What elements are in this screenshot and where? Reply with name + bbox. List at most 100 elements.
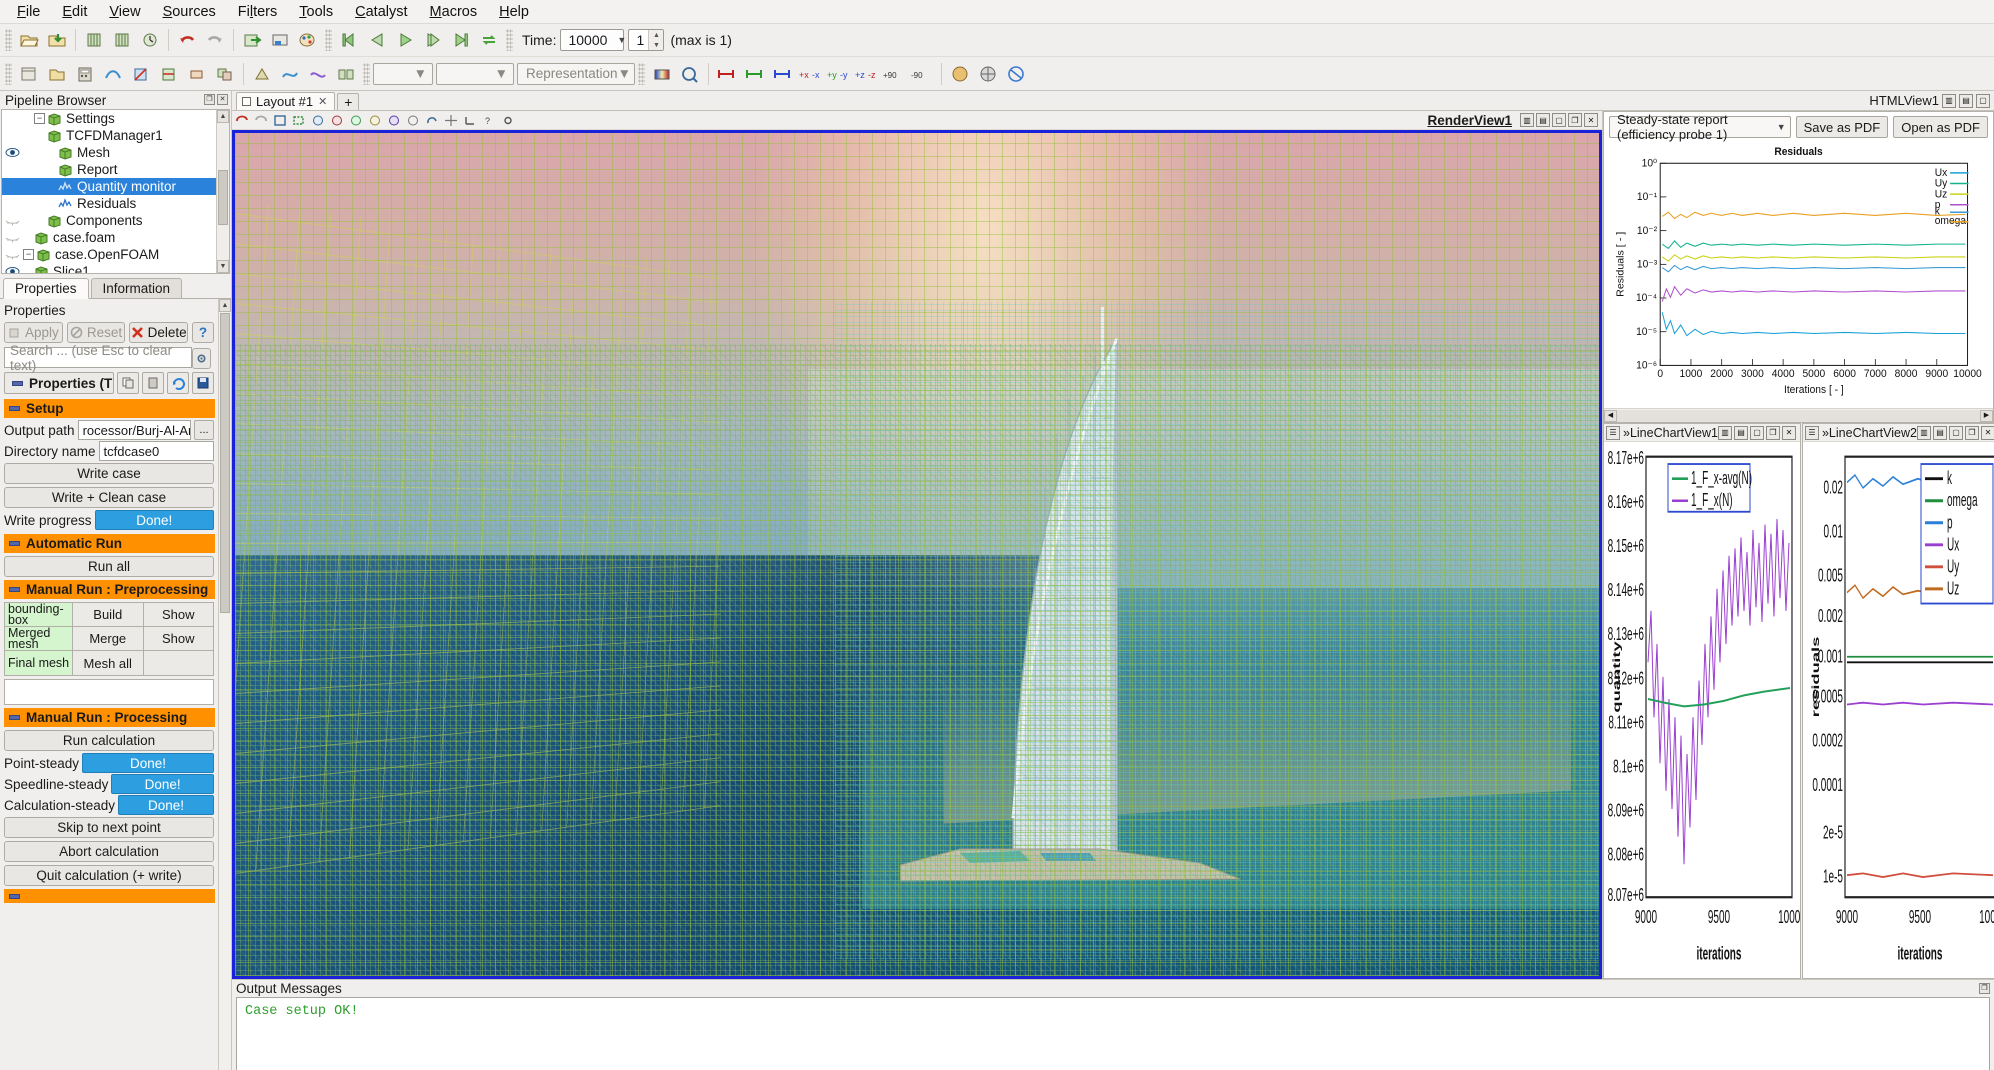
center-axes-icon[interactable] [442,112,459,129]
split-vertical-icon[interactable]: ▤ [1933,426,1947,440]
toolbar-grip[interactable] [5,29,12,51]
pipeline-scrollbar[interactable]: ▲ ▼ [216,110,229,273]
properties-scrollbar[interactable]: ▲ ▼ [218,299,231,1070]
menu-help[interactable]: Help [488,2,540,22]
undo-icon[interactable] [174,27,200,53]
pipeline-item-quantity-monitor[interactable]: Quantity monitor [2,178,229,195]
representation-combo[interactable]: Representation ▼ [517,63,635,85]
toolbar-grip[interactable] [363,63,370,85]
camera-x-icon[interactable]: +x-x [798,61,824,87]
toolbar-grip[interactable] [5,63,12,85]
scrollbar-trough[interactable] [1617,410,1980,422]
contour-icon[interactable] [100,61,126,87]
scrollbar-thumb[interactable] [218,170,228,225]
gear-icon[interactable] [192,348,211,369]
pipeline-item-report[interactable]: Report [2,161,229,178]
loop-icon[interactable] [476,27,502,53]
report-select[interactable]: Steady-state report (efficiency probe 1)… [1609,116,1791,138]
apply-button[interactable]: Apply [4,322,63,343]
split-horizontal-icon[interactable]: ▥ [1917,426,1931,440]
next-frame-icon[interactable] [420,27,446,53]
glyph-icon[interactable] [249,61,275,87]
tab-properties[interactable]: Properties [3,278,89,299]
layout-tab-1[interactable]: Layout #1 ✕ [236,92,335,110]
undock-icon[interactable]: ❐ [1965,426,1979,440]
help-view-icon[interactable]: ? [480,112,497,129]
visibility-eye-hidden-icon[interactable] [2,232,22,243]
last-frame-icon[interactable] [448,27,474,53]
calculator-icon[interactable] [72,61,98,87]
camera-zplus-icon[interactable] [385,112,402,129]
close-icon[interactable]: ✕ [1584,113,1598,127]
tab-information[interactable]: Information [91,278,183,298]
split-horizontal-icon[interactable]: ▥ [1942,94,1956,108]
properties-search-input[interactable]: Search ... (use Esc to clear text) [4,347,192,368]
rotate-plus90-icon[interactable]: +90 [882,61,908,87]
show-boundingbox-button[interactable]: Show [144,603,214,626]
build-button[interactable]: Build [73,603,144,626]
output-path-input[interactable]: rocessor/Burj-Al-Arab [78,420,191,440]
toolbar-grip[interactable] [638,63,645,85]
active-variable-combo[interactable]: ▼ [373,63,433,85]
rotate-view-icon[interactable] [423,112,440,129]
expander-icon[interactable]: − [23,249,34,260]
visibility-eye-hidden-icon[interactable] [2,215,22,226]
maximize-icon[interactable]: ▢ [1976,94,1990,108]
visibility-eye-icon[interactable] [2,266,22,274]
camera-y-icon[interactable]: +y-y [826,61,852,87]
write-clean-case-button[interactable]: Write + Clean case [4,487,214,508]
quit-calculation-button[interactable]: Quit calculation (+ write) [4,865,214,886]
group-manual-processing[interactable]: Manual Run : Processing [4,708,215,727]
settings-view-icon[interactable] [499,112,516,129]
add-layout-button[interactable]: + [337,93,359,110]
connect-timeout-icon[interactable] [137,27,163,53]
camera-zminus-icon[interactable] [404,112,421,129]
paste-properties-icon[interactable] [142,372,164,394]
close-icon[interactable]: ✕ [1782,426,1796,440]
time-value-combo[interactable]: 10000 ▼ [560,29,624,51]
axis-x-icon[interactable] [714,61,740,87]
threshold-icon[interactable] [184,61,210,87]
menu-tools[interactable]: Tools [288,2,344,22]
group-automatic-run[interactable]: Automatic Run [4,534,215,553]
toolbar-grip[interactable] [506,29,513,51]
group-setup[interactable]: Setup [4,399,215,418]
maximize-icon[interactable]: ▢ [1949,426,1963,440]
wireframe-representation-icon[interactable] [975,61,1001,87]
menu-macros[interactable]: Macros [419,2,489,22]
reset-camera-icon[interactable] [271,112,288,129]
abort-calculation-button[interactable]: Abort calculation [4,841,214,862]
help-button[interactable]: ? [192,322,214,343]
group-manual-preprocessing[interactable]: Manual Run : Preprocessing [4,580,215,599]
zoom-to-box-icon[interactable] [290,112,307,129]
open-file-icon[interactable] [16,27,42,53]
merge-button[interactable]: Merge [73,627,144,650]
browse-button[interactable]: ... [194,420,214,440]
html-view-hscrollbar[interactable]: ◀ ▶ [1604,408,1993,422]
menu-filters[interactable]: Filters [227,2,289,22]
group-datasets-icon[interactable] [333,61,359,87]
close-icon[interactable]: ✕ [318,95,327,108]
pipeline-item-settings[interactable]: − Settings [2,110,229,127]
play-icon[interactable] [392,27,418,53]
skip-to-next-point-button[interactable]: Skip to next point [4,817,214,838]
render-view-canvas[interactable] [232,130,1602,979]
rescale-range-icon[interactable] [677,61,703,87]
frame-spinbox[interactable]: 1 ▲▼ [628,29,664,51]
export-icon[interactable] [239,27,265,53]
save-as-pdf-button[interactable]: Save as PDF [1796,116,1889,138]
points-representation-icon[interactable] [1003,61,1029,87]
camera-z-icon[interactable]: +z-z [854,61,880,87]
disconnect-server-icon[interactable] [109,27,135,53]
camera-yplus-icon[interactable] [347,112,364,129]
scroll-right-icon[interactable]: ▶ [1980,410,1993,422]
show-mergedmesh-button[interactable]: Show [144,627,214,650]
previous-frame-icon[interactable] [364,27,390,53]
warp-icon[interactable] [305,61,331,87]
maximize-icon[interactable]: ▢ [1750,426,1764,440]
pipeline-item-case-foam[interactable]: case.foam [2,229,229,246]
scroll-up-icon[interactable]: ▲ [219,299,231,312]
camera-xminus-icon[interactable] [328,112,345,129]
pipeline-item-residuals[interactable]: Residuals [2,195,229,212]
clip-icon[interactable] [128,61,154,87]
